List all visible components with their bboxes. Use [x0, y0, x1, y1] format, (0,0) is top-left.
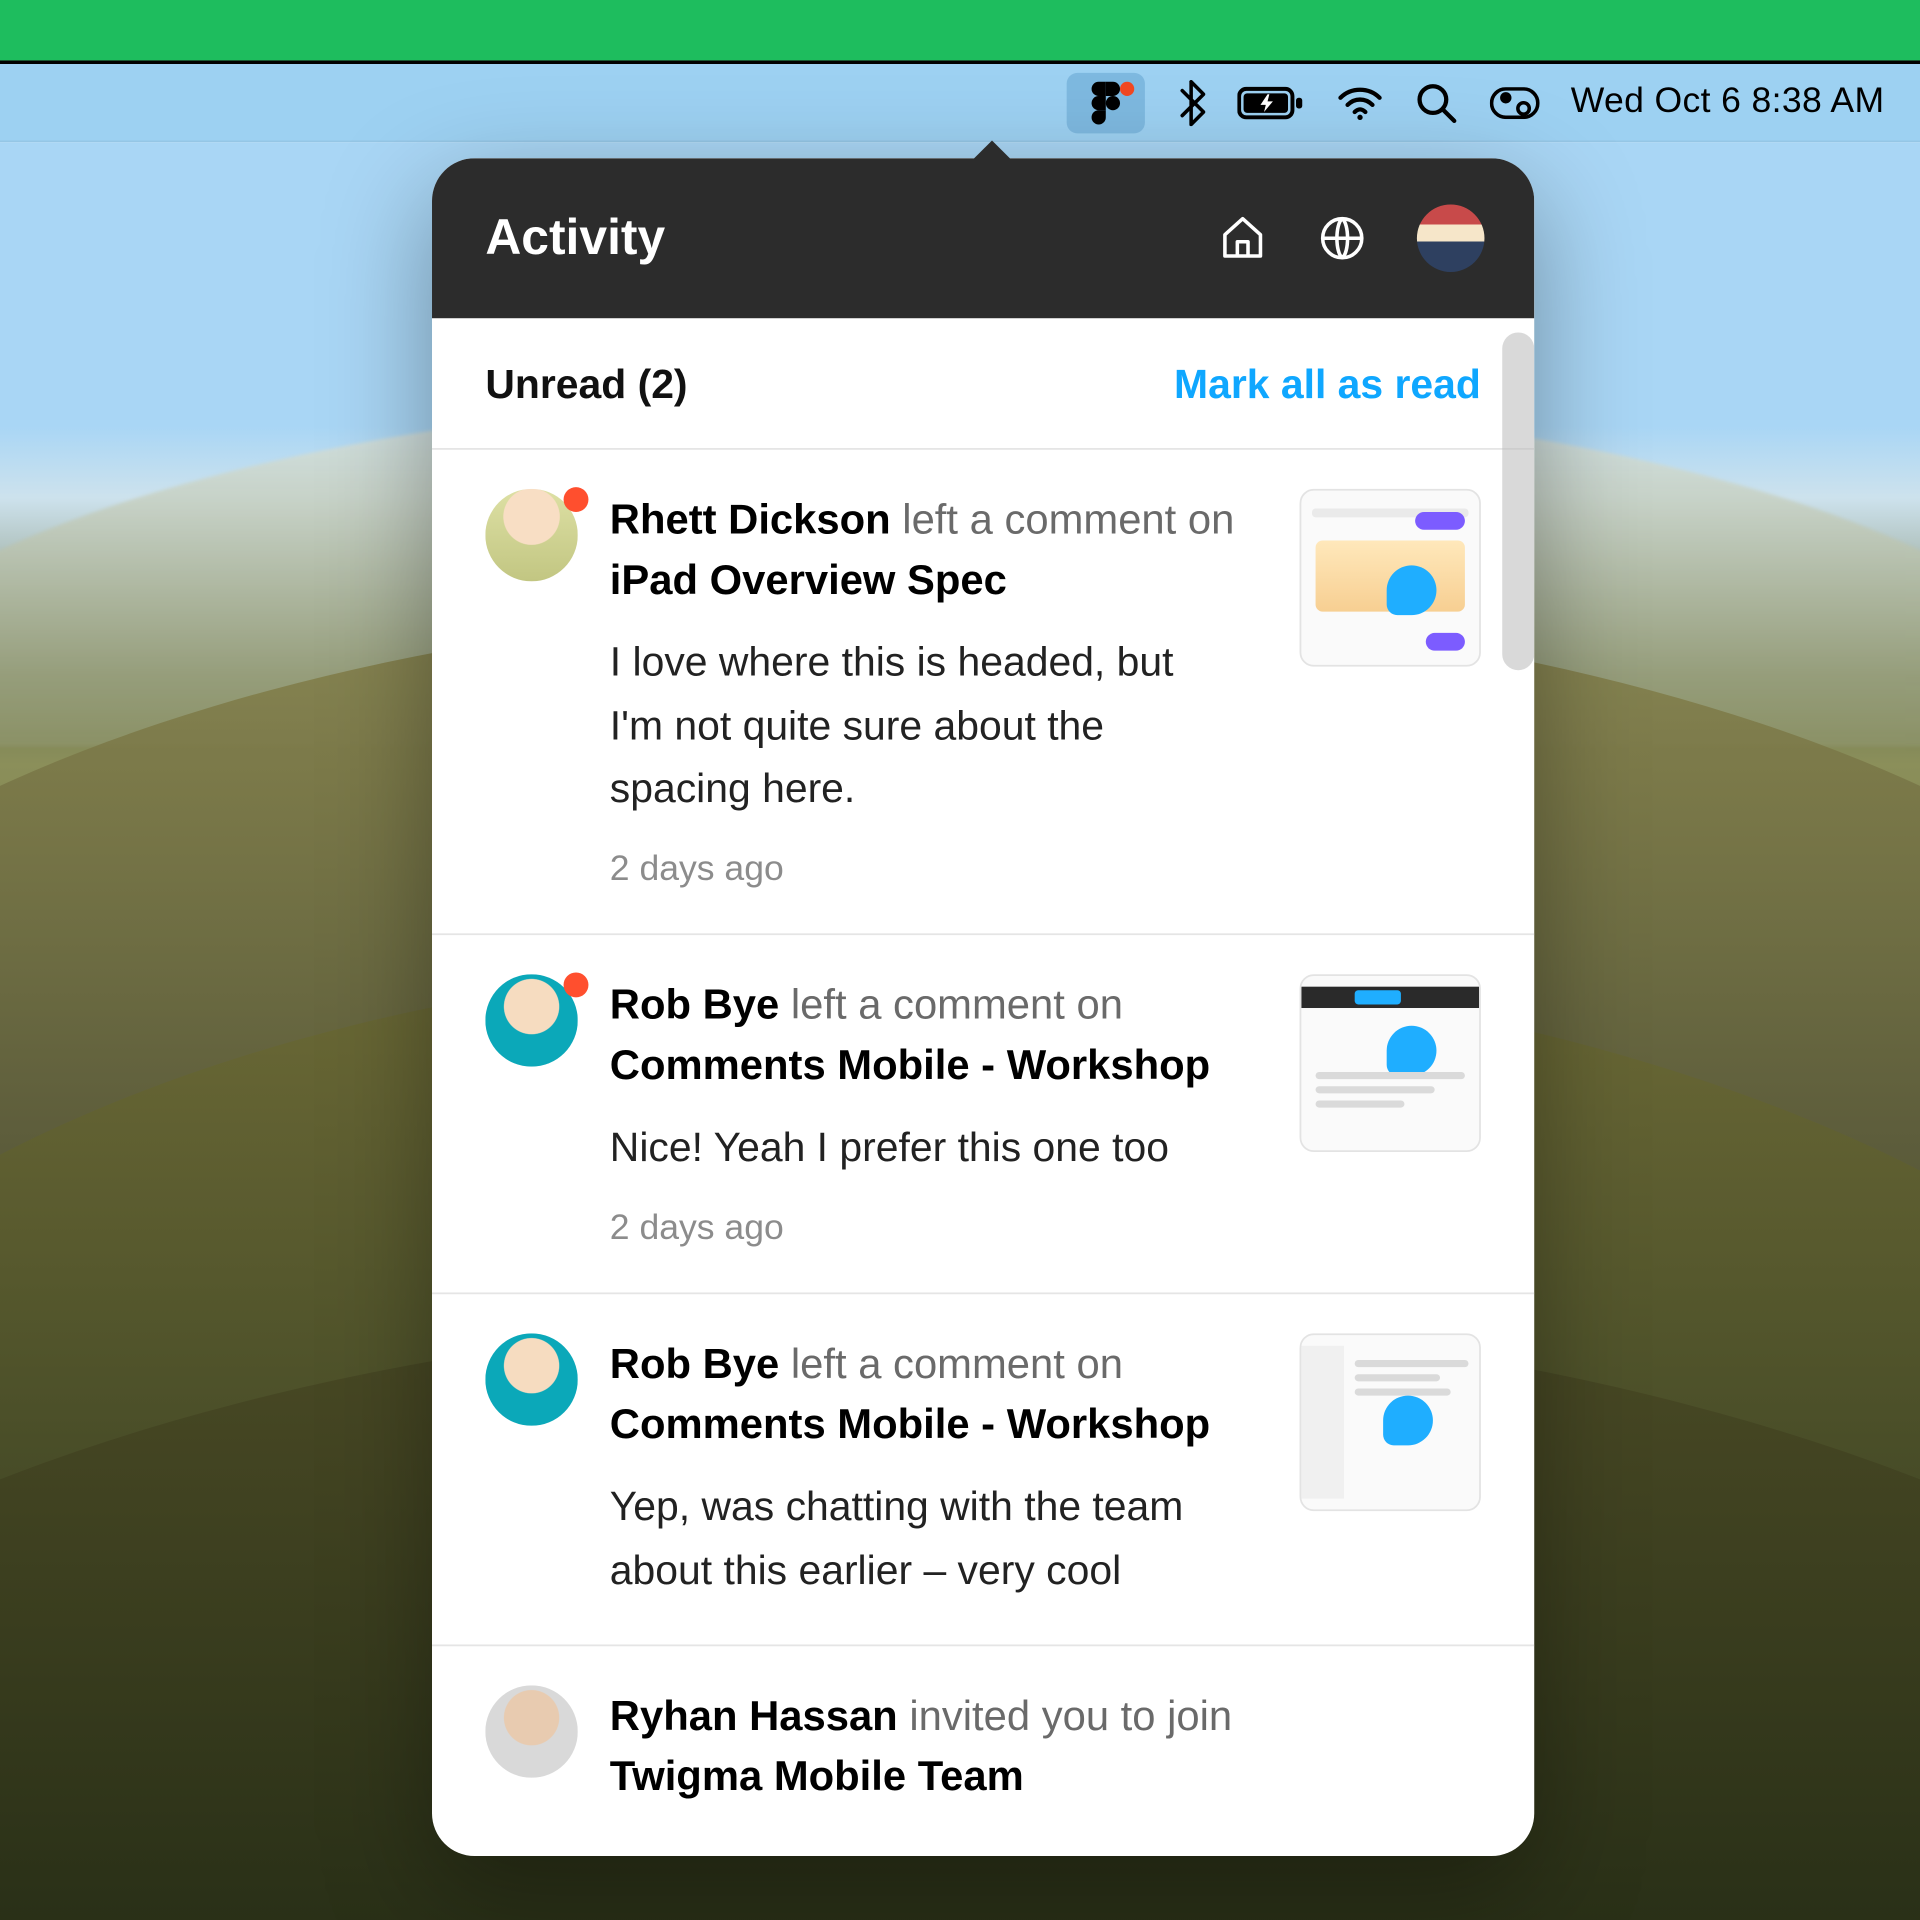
figma-notification-dot	[1119, 81, 1133, 95]
menubar-clock[interactable]: Wed Oct 6 8:38 AM	[1571, 82, 1885, 123]
activity-item[interactable]: Rob Bye left a comment on Comments Mobil…	[432, 1294, 1534, 1647]
unread-count-label: Unread (2)	[485, 361, 687, 409]
activity-title: Activity	[485, 210, 665, 267]
activity-avatar	[485, 974, 577, 1249]
activity-item[interactable]: Rhett Dickson left a comment on iPad Ove…	[432, 450, 1534, 935]
activity-panel-body: Unread (2) Mark all as read Rhett Dickso…	[432, 318, 1534, 1856]
control-center-icon[interactable]	[1489, 86, 1539, 118]
battery-charging-icon[interactable]	[1237, 84, 1305, 120]
unread-dot-icon	[564, 973, 589, 998]
activity-snippet: Yep, was chatting with the team about th…	[610, 1475, 1197, 1602]
activity-snippet: I love where this is headed, but I'm not…	[610, 631, 1197, 821]
user-avatar[interactable]	[1417, 204, 1485, 272]
activity-item[interactable]: Ryhan Hassan invited you to join Twigma …	[432, 1647, 1534, 1850]
activity-title-line: Ryhan Hassan invited you to join Twigma …	[610, 1686, 1357, 1807]
activity-avatar	[485, 1333, 577, 1602]
globe-icon[interactable]	[1317, 213, 1367, 263]
popover-arrow	[971, 140, 1014, 161]
activity-snippet: Nice! Yeah I prefer this one too	[610, 1117, 1197, 1180]
activity-title-line: Rhett Dickson left a comment on iPad Ove…	[610, 489, 1268, 610]
home-icon[interactable]	[1218, 213, 1268, 263]
figma-icon	[1089, 79, 1121, 125]
activity-panel: Activity Un	[432, 158, 1534, 1856]
activity-thumbnail	[1300, 1333, 1481, 1511]
figma-menubar-item[interactable]	[1066, 72, 1144, 132]
activity-thumbnail	[1300, 974, 1481, 1152]
activity-title-line: Rob Bye left a comment on Comments Mobil…	[610, 1333, 1268, 1454]
activity-title-line: Rob Bye left a comment on Comments Mobil…	[610, 974, 1268, 1095]
activity-thumbnail	[1300, 489, 1481, 667]
unread-dot-icon	[564, 487, 589, 512]
bluetooth-icon[interactable]	[1176, 79, 1204, 125]
activity-item[interactable]: Rob Bye left a comment on Comments Mobil…	[432, 935, 1534, 1294]
scrollbar-thumb[interactable]	[1502, 332, 1534, 670]
activity-avatar	[485, 1686, 577, 1807]
unread-header-row: Unread (2) Mark all as read	[432, 318, 1534, 450]
activity-timestamp: 2 days ago	[610, 850, 1268, 891]
macos-menubar: Wed Oct 6 8:38 AM	[0, 64, 1920, 142]
window-frame-top	[0, 0, 1920, 60]
activity-timestamp: 2 days ago	[610, 1209, 1268, 1250]
wifi-icon[interactable]	[1336, 84, 1382, 120]
mark-all-as-read-button[interactable]: Mark all as read	[1174, 361, 1481, 409]
activity-panel-header: Activity	[432, 158, 1534, 318]
spotlight-search-icon[interactable]	[1414, 81, 1457, 124]
activity-avatar	[485, 489, 577, 891]
